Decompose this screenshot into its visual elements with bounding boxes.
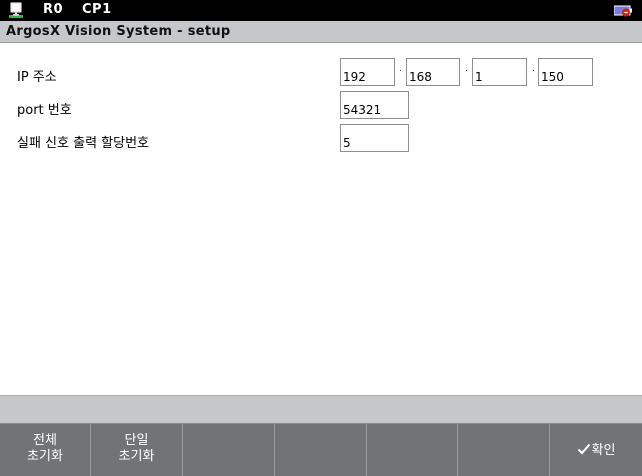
button-label-line2: 초기화 xyxy=(118,449,155,464)
fail-signal-label: 실패 신호 출력 할당번호 xyxy=(17,136,149,151)
fail-signal-field[interactable]: 5 xyxy=(340,124,409,152)
function-key-6[interactable] xyxy=(458,424,550,476)
setup-form: IP 주소 192 . 168 . 1 . 150 port 번호 54321 … xyxy=(0,43,642,395)
check-icon xyxy=(577,443,590,455)
ip-separator: . xyxy=(465,64,468,74)
confirm-label: 확인 xyxy=(591,443,616,458)
cp-indicator: CP1 xyxy=(82,2,112,17)
network-icon xyxy=(9,2,23,18)
robot-indicator: R0 xyxy=(43,2,64,17)
function-key-5[interactable] xyxy=(367,424,458,476)
ip-separator: . xyxy=(399,64,402,74)
ip-octet-1-field[interactable]: 192 xyxy=(340,58,395,86)
confirm-button[interactable]: 확인 xyxy=(550,424,642,476)
button-label-line1: 단일 xyxy=(124,433,149,448)
reset-single-button[interactable]: 단일 초기화 xyxy=(91,424,183,476)
ip-separator: . xyxy=(532,64,535,74)
function-key-4[interactable] xyxy=(275,424,367,476)
window-title: ArgosX Vision System - setup xyxy=(6,24,231,39)
button-label-line2: 초기화 xyxy=(27,449,63,464)
message-strip xyxy=(0,395,642,423)
ip-octet-4-field[interactable]: 150 xyxy=(538,58,593,86)
battery-icon xyxy=(614,5,632,17)
port-field[interactable]: 54321 xyxy=(340,91,409,119)
function-key-3[interactable] xyxy=(183,424,275,476)
confirm-content: 확인 xyxy=(550,424,642,459)
top-status-bar: R0 CP1 xyxy=(0,0,642,21)
port-label: port 번호 xyxy=(17,103,72,118)
title-bar: ArgosX Vision System - setup xyxy=(0,21,642,43)
ip-address-label: IP 주소 xyxy=(17,70,57,85)
ip-octet-3-field[interactable]: 1 xyxy=(472,58,527,86)
reset-all-button[interactable]: 전체 초기화 xyxy=(0,424,91,476)
function-key-bar: 전체 초기화 단일 초기화 확인 xyxy=(0,423,642,476)
ip-octet-2-field[interactable]: 168 xyxy=(406,58,460,86)
button-label-line1: 전체 xyxy=(33,433,57,448)
